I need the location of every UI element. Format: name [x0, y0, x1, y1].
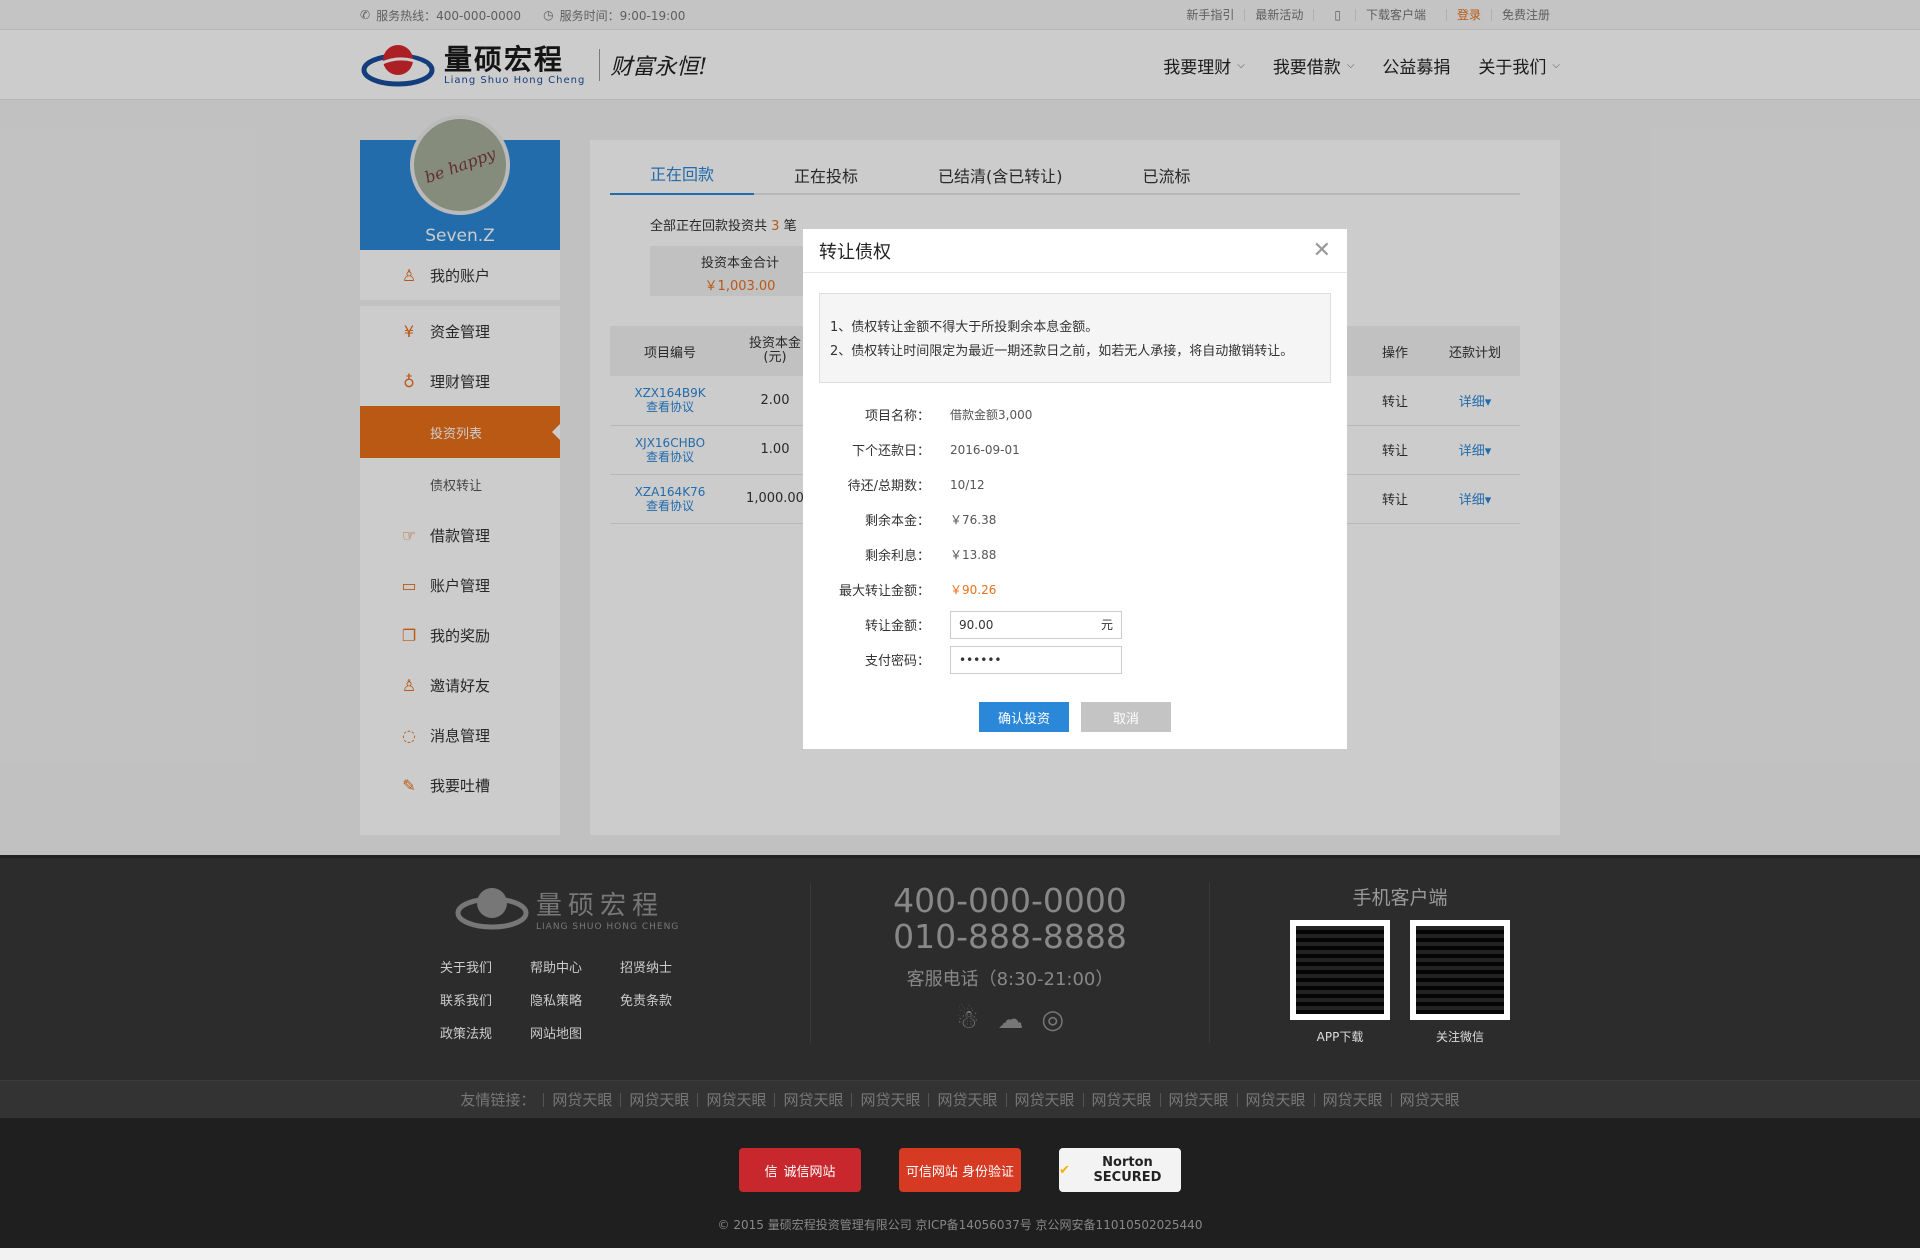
- unit-label: 元: [1100, 618, 1113, 632]
- dialog-notice: 1、债权转让金额不得大于所投剩余本息金额。 2、债权转让时间限定为最近一期还款日…: [819, 293, 1331, 383]
- field-pay-password: 支付密码： ••••••: [803, 642, 1347, 677]
- footer-bottom: 信诚信网站 可信网站 身份验证 ✔ Norton SECURED © 2015 量…: [0, 1118, 1920, 1248]
- badge-norton[interactable]: ✔ Norton SECURED: [1059, 1148, 1181, 1192]
- social-icons: ☃ ☁ ◎: [811, 1005, 1209, 1035]
- friend-link[interactable]: 网贷天眼: [1005, 1092, 1083, 1107]
- friend-link[interactable]: 网贷天眼: [1159, 1092, 1237, 1107]
- field-max-transfer: 最大转让金额： ￥90.26: [838, 583, 997, 599]
- transfer-dialog: 转让债权 ✕ 1、债权转让金额不得大于所投剩余本息金额。 2、债权转让时间限定为…: [803, 229, 1347, 749]
- field-remaining-interest: 剩余利息： ￥13.88: [864, 548, 997, 564]
- qr-wechat[interactable]: 关注微信: [1410, 920, 1510, 1045]
- field-next-date: 下个还款日： 2016-09-01: [851, 442, 1020, 460]
- footer-links: 关于我们 帮助中心 招贤纳士 联系我们 隐私策略 免责条款 政策法规 网站地图: [440, 957, 780, 1042]
- friend-link[interactable]: 网贷天眼: [620, 1092, 697, 1107]
- footer-link-help[interactable]: 帮助中心: [530, 957, 620, 976]
- credit-icon: 信: [764, 1164, 778, 1180]
- copyright: © 2015 量硕宏程投资管理有限公司 京ICP备14056037号 京公网安备…: [717, 1218, 1203, 1232]
- phone-2: 010-888-8888: [893, 917, 1127, 956]
- weibo-icon[interactable]: ◎: [1041, 1005, 1064, 1035]
- transfer-form: 项目名称： 借款金额3,000 下个还款日： 2016-09-01 待还/总期数： 1…: [803, 397, 1347, 677]
- friend-link[interactable]: 网贷天眼: [928, 1092, 1005, 1107]
- friend-label: 友情链接：: [460, 1090, 536, 1109]
- friend-link[interactable]: 网贷天眼: [697, 1092, 774, 1107]
- qr-code-icon: [1296, 926, 1384, 1014]
- friend-link[interactable]: 网贷天眼: [1082, 1092, 1160, 1107]
- qr-code-icon: [1416, 926, 1504, 1014]
- phone-1: 400-000-0000: [893, 881, 1127, 920]
- wechat-icon[interactable]: ☁: [997, 1005, 1023, 1035]
- dialog-title: 转让债权: [819, 241, 891, 263]
- friend-link[interactable]: 网贷天眼: [1390, 1092, 1468, 1107]
- field-periods: 待还/总期数： 10/12: [847, 477, 985, 495]
- pay-password-input[interactable]: ••••••: [950, 645, 1122, 674]
- footer-link-policy[interactable]: 政策法规: [440, 1023, 530, 1042]
- friend-link[interactable]: 网贷天眼: [1313, 1092, 1391, 1107]
- badge-verified-site[interactable]: 可信网站 身份验证: [899, 1148, 1021, 1192]
- footer-left: 量硕宏程 LIANG SHUO HONG CHENG 关于我们 帮助中心 招贤纳士…: [360, 883, 780, 1043]
- close-icon[interactable]: ✕: [1313, 238, 1331, 263]
- friend-link[interactable]: 网贷天眼: [774, 1092, 851, 1107]
- field-remaining-principal: 剩余本金： ￥76.38: [864, 513, 997, 529]
- app-title: 手机客户端: [1352, 887, 1448, 909]
- transfer-amount-input[interactable]: 90.00 元: [950, 610, 1122, 639]
- footer-link-disclaimer[interactable]: 免责条款: [620, 990, 710, 1009]
- field-project-name: 项目名称： 借款金额3,000: [864, 408, 1033, 424]
- qr-app[interactable]: APP下载: [1290, 920, 1390, 1045]
- footer-logo: 量硕宏程 LIANG SHUO HONG CHENG: [454, 883, 780, 933]
- cancel-button[interactable]: 取消: [1081, 702, 1171, 732]
- footer-contact: 400-000-0000 010-888-8888 客服电话（8:30-21:0…: [810, 883, 1210, 1043]
- friend-link[interactable]: 网贷天眼: [543, 1092, 620, 1107]
- badge-trusted-site[interactable]: 信诚信网站: [739, 1148, 861, 1192]
- dialog-header: 转让债权 ✕: [803, 229, 1347, 273]
- footer-link-privacy[interactable]: 隐私策略: [530, 990, 620, 1009]
- friend-links: 友情链接： 网贷天眼 网贷天眼 网贷天眼 网贷天眼 网贷天眼 网贷天眼 网贷天眼…: [0, 1080, 1920, 1118]
- friend-link[interactable]: 网贷天眼: [1236, 1092, 1314, 1107]
- qq-icon[interactable]: ☃: [956, 1005, 979, 1035]
- footer-link-jobs[interactable]: 招贤纳士: [620, 957, 710, 976]
- footer-link-about[interactable]: 关于我们: [440, 957, 530, 976]
- footer-link-contact[interactable]: 联系我们: [440, 990, 530, 1009]
- field-transfer-amount: 转让金额： 90.00 元: [803, 607, 1347, 642]
- confirm-button[interactable]: 确认投资: [979, 702, 1069, 732]
- friend-link[interactable]: 网贷天眼: [851, 1092, 928, 1107]
- footer-app: 手机客户端 APP下载 关注微信: [1240, 883, 1560, 1045]
- footer: 量硕宏程 LIANG SHUO HONG CHENG 关于我们 帮助中心 招贤纳士…: [0, 855, 1920, 1080]
- footer-link-sitemap[interactable]: 网站地图: [530, 1023, 620, 1042]
- service-hours: 客服电话（8:30-21:00）: [906, 969, 1114, 990]
- footer-logo-mark-icon: [455, 888, 529, 930]
- check-icon: ✔: [1059, 1162, 1070, 1178]
